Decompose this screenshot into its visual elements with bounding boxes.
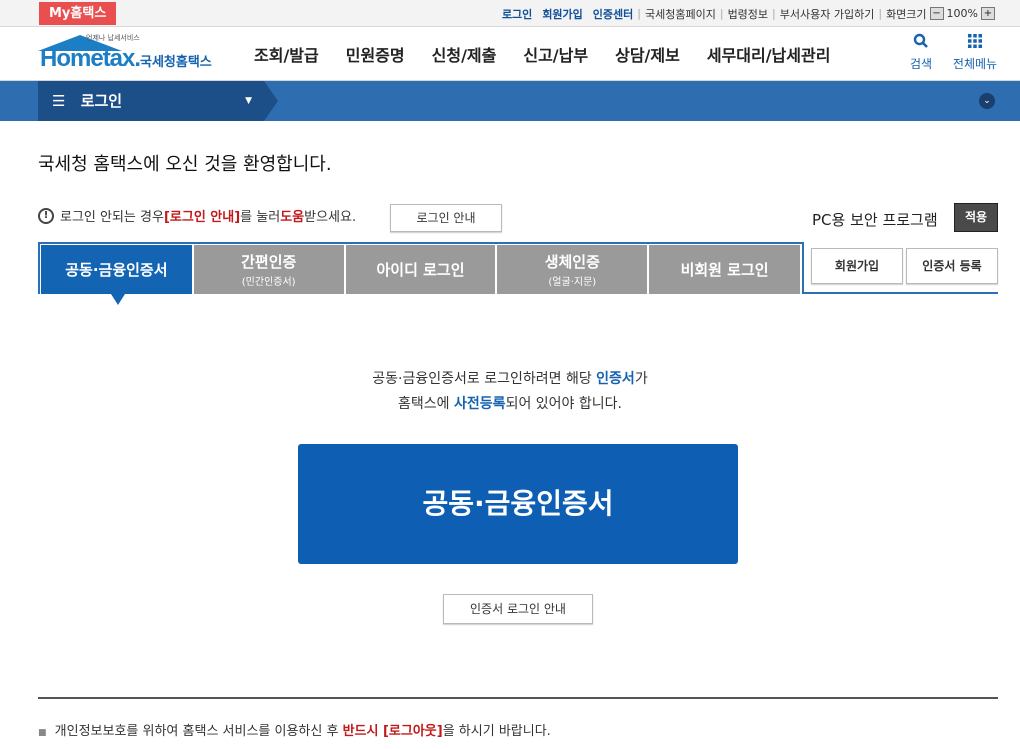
login-guide-button[interactable]: 로그인 안내 <box>390 204 502 232</box>
info-icon: ! <box>38 207 54 224</box>
logout-reminder: ■ 개인정보보호를 위하여 홈택스 서비스를 이용하신 후 반드시 [로그아웃]… <box>38 720 551 739</box>
page-title: 국세청 홈택스에 오신 것을 환영합니다. <box>38 154 332 175</box>
separator: | <box>772 7 776 20</box>
tab-underline <box>804 292 998 294</box>
tab-joint-financial-cert[interactable]: 공동·금융인증서 <box>41 245 192 305</box>
notice-login-guide-text: [로그인 안내] <box>163 210 241 225</box>
utility-bar: My홈택스 로그인 회원가입 인증센터 | 국세청홈페이지 | 법령정보 | 부… <box>0 0 1020 27</box>
tab-sublabel: (얼굴·지문) <box>548 277 597 288</box>
nts-homepage-link[interactable]: 국세청홈페이지 <box>645 6 716 22</box>
zoom-in-button[interactable]: + <box>981 7 995 20</box>
desc1-text-b: 가 <box>634 371 648 387</box>
join-link[interactable]: 회원가입 <box>542 6 582 22</box>
separator: | <box>637 7 641 20</box>
desc2-text-a: 홈택스에 <box>398 396 455 412</box>
desc1-text-a: 공동·금융인증서로 로그인하려면 해당 <box>372 371 597 387</box>
logo-wordmark: Hometax. <box>40 45 141 73</box>
current-menu-dropdown[interactable]: ☰ 로그인 ▼ <box>38 81 278 121</box>
tab-label: 간편인증 <box>241 253 297 271</box>
main-header: 언제나 납세서비스 Hometax. 국세청홈택스 조회/발급 민원증명 신청/… <box>0 27 1020 81</box>
cert-login-guide-button[interactable]: 인증서 로그인 안내 <box>443 594 593 624</box>
gnb-tax-agent[interactable]: 세무대리/납세관리 <box>707 42 831 66</box>
search-label: 검색 <box>909 57 933 71</box>
header-icons: 검색 전체메뉴 <box>892 33 1000 72</box>
desc1-cert-text: 인증서 <box>596 371 635 387</box>
tab-sublabel: (민간인증서) <box>241 277 296 288</box>
screen-size-label: 화면크기 <box>886 7 927 21</box>
utility-links: 로그인 회원가입 인증센터 | 국세청홈페이지 | 법령정보 | 부서사용자 가… <box>492 0 998 27</box>
global-nav: 조회/발급 민원증명 신청/제출 신고/납부 상담/제보 세무대리/납세관리 <box>254 27 857 81</box>
cert-register-button[interactable]: 인증서 등록 <box>906 248 998 284</box>
gnb-consult-report[interactable]: 상담/제보 <box>615 42 680 66</box>
gnb-report-pay[interactable]: 신고/납부 <box>523 42 588 66</box>
grid-menu-icon <box>950 33 1000 55</box>
all-menu-button[interactable]: 전체메뉴 <box>950 33 1000 72</box>
bullet-icon: ■ <box>38 728 47 738</box>
caret-down-icon: ▼ <box>245 96 252 106</box>
logo-tagline: 언제나 납세서비스 <box>86 34 140 42</box>
notice-text-b: 를 눌러 <box>240 210 281 225</box>
join-button[interactable]: 회원가입 <box>811 248 903 284</box>
tab-label: 공동·금융인증서 <box>65 261 168 279</box>
search-button[interactable]: 검색 <box>896 33 946 72</box>
cert-center-link[interactable]: 인증센터 <box>593 6 633 22</box>
all-menu-label: 전체메뉴 <box>952 57 998 71</box>
zoom-value: 100% <box>946 7 978 20</box>
logo-korean-name: 국세청홈택스 <box>140 55 212 70</box>
note-text-a: 개인정보보호를 위하여 홈택스 서비스를 이용하신 후 <box>54 724 343 739</box>
dept-user-join-link[interactable]: 부서사용자 가입하기 <box>780 6 875 22</box>
notice-help-text: 도움 <box>280 210 305 225</box>
hamburger-icon: ☰ <box>52 92 66 110</box>
note-logout-text: 반드시 [로그아웃] <box>342 724 443 739</box>
login-help-notice: ! 로그인 안되는 경우 [로그인 안내] 를 눌러 도움 받으세요. <box>38 206 356 225</box>
pc-security-label: PC용 보안 프로그램 <box>812 211 938 229</box>
login-method-tabs: 공동·금융인증서 간편인증 (민간인증서) 아이디 로그인 생체인증 (얼굴·지… <box>38 242 804 305</box>
tab-id-login[interactable]: 아이디 로그인 <box>345 245 496 294</box>
tab-simple-auth[interactable]: 간편인증 (민간인증서) <box>193 245 344 294</box>
tab-biometric[interactable]: 생체인증 (얼굴·지문) <box>497 245 648 294</box>
logo-word-a: Hom <box>40 45 91 72</box>
apply-security-button[interactable]: 적용 <box>954 203 998 232</box>
my-hometax-tab[interactable]: My홈택스 <box>39 2 117 25</box>
tab-non-member[interactable]: 비회원 로그인 <box>649 245 800 294</box>
zoom-out-button[interactable]: − <box>929 7 944 20</box>
hometax-logo[interactable]: 언제나 납세서비스 Hometax. 국세청홈택스 <box>38 33 228 75</box>
notice-text-a: 로그인 안되는 경우 <box>60 210 164 225</box>
law-info-link[interactable]: 법령정보 <box>728 6 768 22</box>
joint-financial-cert-login-button[interactable]: 공동·금융인증서 <box>298 444 738 564</box>
tab-label: 아이디 로그인 <box>376 261 465 279</box>
gnb-apply-submit[interactable]: 신청/제출 <box>432 42 497 66</box>
tab-label: 생체인증 <box>544 253 600 271</box>
chevron-down-icon[interactable]: ⌄ <box>979 93 995 109</box>
login-link[interactable]: 로그인 <box>502 6 532 22</box>
footer-divider <box>38 697 998 699</box>
breadcrumb-arrow <box>264 81 278 121</box>
tab-label: 비회원 로그인 <box>680 261 769 279</box>
gnb-inquiry-issue[interactable]: 조회/발급 <box>254 42 319 66</box>
note-text-b: 을 하시기 바랍니다. <box>442 724 551 739</box>
separator: | <box>878 7 883 20</box>
current-menu-label: 로그인 <box>80 92 123 110</box>
notice-text-c: 받으세요. <box>304 210 357 225</box>
search-icon <box>896 33 946 55</box>
separator: | <box>719 7 724 20</box>
cert-description-line2: 홈택스에 사전등록되어 있어야 합니다. <box>0 393 1020 413</box>
gnb-civil-certificate[interactable]: 민원증명 <box>346 42 405 66</box>
logo-word-b: etax. <box>90 45 141 72</box>
cert-description-line1: 공동·금융인증서로 로그인하려면 해당 인증서가 <box>0 368 1020 388</box>
desc2-text-b: 되어 있어야 합니다. <box>505 396 622 412</box>
desc2-preregister-text: 사전등록 <box>454 396 506 412</box>
location-bar: ☰ 로그인 ▼ ⌄ <box>0 81 1020 121</box>
